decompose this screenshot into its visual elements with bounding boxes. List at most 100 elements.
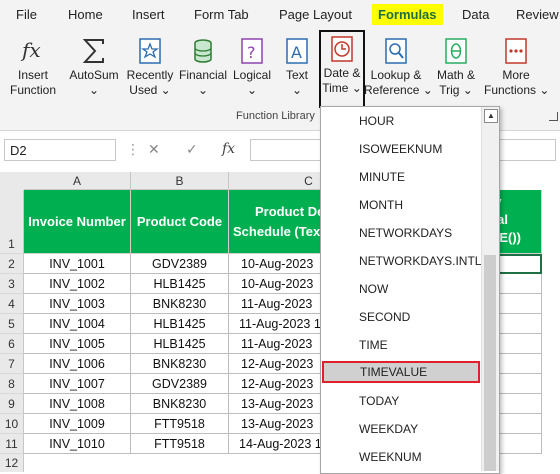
lookup-reference-button[interactable]: Lookup & Reference ⌄ bbox=[364, 34, 433, 110]
function-item-networkdays-intl[interactable]: NETWORKDAYS.INTL bbox=[321, 250, 481, 272]
row-header-2[interactable]: 2 bbox=[0, 254, 24, 274]
menu-formulas[interactable]: Formulas bbox=[372, 4, 443, 25]
text-button[interactable]: A Text ⌄ bbox=[278, 34, 316, 110]
function-item-month[interactable]: MONTH bbox=[321, 194, 479, 216]
cell-invoice[interactable]: INV_1010 bbox=[24, 434, 131, 454]
cell-product-code[interactable]: BNK8230 bbox=[131, 294, 229, 314]
scroll-up-arrow-icon[interactable]: ▲ bbox=[484, 109, 498, 123]
logical-label: Logical bbox=[232, 68, 272, 82]
function-library-group-label: Function Library bbox=[236, 110, 315, 122]
database-icon bbox=[178, 34, 228, 68]
math-trig-button[interactable]: Math & Trig ⌄ bbox=[432, 34, 480, 110]
menu-page-layout[interactable]: Page Layout bbox=[279, 7, 352, 22]
cell-invoice[interactable]: INV_1008 bbox=[24, 394, 131, 414]
function-item-timevalue[interactable]: TIMEVALUE bbox=[322, 361, 480, 383]
menu-insert[interactable]: Insert bbox=[132, 7, 165, 22]
header-invoice-number[interactable]: Invoice Number bbox=[24, 190, 131, 254]
cell-product-code[interactable]: BNK8230 bbox=[131, 354, 229, 374]
lookup-label-1: Lookup & bbox=[370, 68, 422, 82]
date-time-function-dropdown: HOUR ISOWEEKNUM MINUTE MONTH NETWORKDAYS… bbox=[320, 106, 500, 474]
header-product-code[interactable]: Product Code bbox=[131, 190, 229, 254]
row-header-10[interactable]: 10 bbox=[0, 414, 24, 434]
row-header-6[interactable]: 6 bbox=[0, 334, 24, 354]
more-icon bbox=[484, 34, 548, 68]
more-functions-label-1: More bbox=[502, 68, 530, 82]
cell-invoice[interactable]: INV_1007 bbox=[24, 374, 131, 394]
date-time-label-1: Date & bbox=[323, 66, 361, 80]
financial-label: Financial bbox=[178, 68, 228, 82]
function-item-second[interactable]: SECOND bbox=[321, 306, 479, 328]
column-header-a[interactable]: A bbox=[24, 172, 131, 190]
cell-product-code[interactable]: HLB1425 bbox=[131, 314, 229, 334]
logical-button[interactable]: ? Logical ⌄ bbox=[230, 34, 274, 110]
financial-button[interactable]: Financial ⌄ bbox=[178, 34, 228, 110]
group-launcher-icon[interactable] bbox=[549, 112, 558, 121]
row-header-12[interactable]: 12 bbox=[0, 454, 24, 472]
row-header-1[interactable]: 1 bbox=[0, 190, 24, 254]
function-item-hour[interactable]: HOUR bbox=[321, 110, 479, 132]
select-all-corner[interactable] bbox=[0, 172, 25, 191]
cell-product-code[interactable]: FTT9518 bbox=[131, 434, 229, 454]
insert-function-button[interactable]: fx Insert Function bbox=[6, 34, 60, 110]
cell-invoice[interactable]: INV_1002 bbox=[24, 274, 131, 294]
function-item-isoweeknum[interactable]: ISOWEEKNUM bbox=[321, 138, 479, 160]
cell-product-code[interactable]: GDV2389 bbox=[131, 254, 229, 274]
row-header-11[interactable]: 11 bbox=[0, 434, 24, 454]
cell-invoice[interactable]: INV_1001 bbox=[24, 254, 131, 274]
svg-text:?: ? bbox=[247, 43, 256, 62]
menu-form-tab[interactable]: Form Tab bbox=[194, 7, 249, 22]
clock-icon bbox=[321, 32, 363, 66]
row-header-3[interactable]: 3 bbox=[0, 274, 24, 294]
cell-product-code[interactable]: HLB1425 bbox=[131, 274, 229, 294]
svg-text:A: A bbox=[291, 43, 302, 62]
menu-home[interactable]: Home bbox=[68, 7, 103, 22]
question-icon: ? bbox=[230, 34, 274, 68]
name-box[interactable]: D2 bbox=[4, 139, 116, 161]
row-header-7[interactable]: 7 bbox=[0, 354, 24, 374]
cell-invoice[interactable]: INV_1009 bbox=[24, 414, 131, 434]
cell-product-code[interactable]: FTT9518 bbox=[131, 414, 229, 434]
row-header-4[interactable]: 4 bbox=[0, 294, 24, 314]
fx-icon: fx bbox=[6, 34, 60, 68]
dropdown-scrollbar[interactable]: ▲ bbox=[481, 107, 499, 471]
recently-used-button[interactable]: Recently Used ⌄ bbox=[124, 34, 176, 110]
function-item-time[interactable]: TIME bbox=[321, 334, 479, 356]
function-item-networkdays[interactable]: NETWORKDAYS bbox=[321, 222, 479, 244]
cell-product-code[interactable]: HLB1425 bbox=[131, 334, 229, 354]
cell-invoice[interactable]: INV_1005 bbox=[24, 334, 131, 354]
row-header-5[interactable]: 5 bbox=[0, 314, 24, 334]
function-item-weeknum[interactable]: WEEKNUM bbox=[321, 446, 479, 468]
cell-invoice[interactable]: INV_1006 bbox=[24, 354, 131, 374]
row-header-8[interactable]: 8 bbox=[0, 374, 24, 394]
text-a-icon: A bbox=[278, 34, 316, 68]
cell-product-code[interactable]: BNK8230 bbox=[131, 394, 229, 414]
menu-review[interactable]: Review bbox=[516, 7, 559, 22]
cell-product-code[interactable]: GDV2389 bbox=[131, 374, 229, 394]
lookup-label-2: Reference ⌄ bbox=[364, 83, 433, 97]
recently-used-label-1: Recently bbox=[126, 68, 174, 82]
menu-bar: File Home Insert Form Tab Page Layout Fo… bbox=[0, 0, 560, 30]
autosum-caret: ⌄ bbox=[88, 83, 100, 97]
function-item-minute[interactable]: MINUTE bbox=[321, 166, 479, 188]
function-item-weekday[interactable]: WEEKDAY bbox=[321, 418, 479, 440]
more-functions-label-2: Functions ⌄ bbox=[484, 83, 550, 97]
date-time-button[interactable]: Date & Time ⌄ bbox=[319, 30, 365, 108]
cell-invoice[interactable]: INV_1003 bbox=[24, 294, 131, 314]
column-header-b[interactable]: B bbox=[131, 172, 229, 190]
more-functions-button[interactable]: More Functions ⌄ bbox=[484, 34, 550, 110]
scrollbar-thumb[interactable] bbox=[484, 255, 496, 471]
insert-function-label-2: Function bbox=[9, 83, 57, 97]
insert-function-icon[interactable]: fx bbox=[222, 141, 235, 157]
cancel-icon[interactable]: ✕ bbox=[148, 141, 160, 158]
date-time-label-2: Time ⌄ bbox=[322, 81, 362, 95]
enter-icon[interactable]: ✓ bbox=[186, 141, 198, 158]
row-header-9[interactable]: 9 bbox=[0, 394, 24, 414]
autosum-button[interactable]: AutoSum ⌄ bbox=[66, 34, 122, 110]
function-item-today[interactable]: TODAY bbox=[321, 390, 479, 412]
menu-data[interactable]: Data bbox=[462, 7, 489, 22]
menu-file[interactable]: File bbox=[16, 7, 37, 22]
more-options-icon: ⋮ bbox=[126, 141, 140, 157]
cell-invoice[interactable]: INV_1004 bbox=[24, 314, 131, 334]
function-item-now[interactable]: NOW bbox=[321, 278, 479, 300]
svg-text:fx: fx bbox=[20, 38, 41, 62]
